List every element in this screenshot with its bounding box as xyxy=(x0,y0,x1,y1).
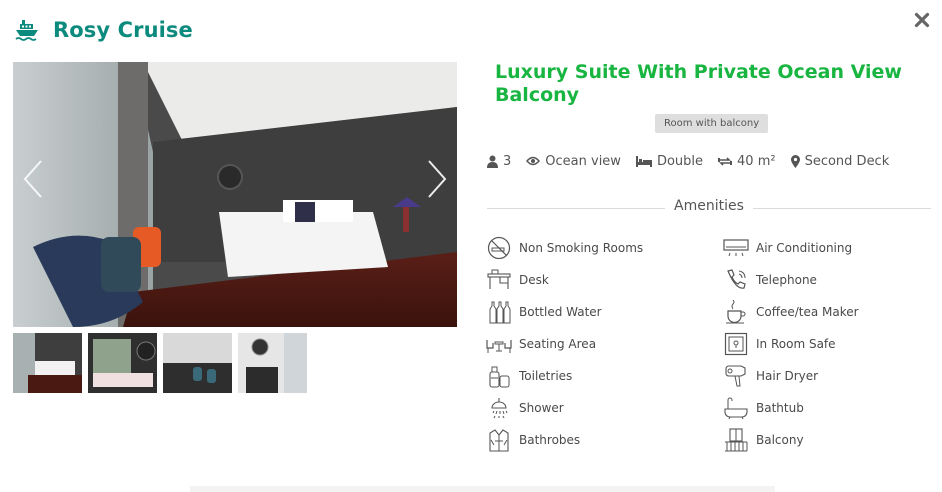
room-type-badge: Room with balcony xyxy=(655,114,769,133)
ship-icon xyxy=(15,20,38,41)
amenity-item: Shower xyxy=(486,392,723,424)
room-specs: 3 Ocean view Double 40 m² Second Deck xyxy=(487,152,904,170)
thumbnail[interactable] xyxy=(88,333,157,393)
amenity-item: Telephone xyxy=(723,264,933,296)
eye-icon xyxy=(526,156,541,166)
chevron-right-icon[interactable] xyxy=(423,157,451,201)
bed-icon xyxy=(635,155,652,167)
amenities-header: Amenities xyxy=(487,198,931,218)
thumbnail-strip xyxy=(13,333,307,393)
amenity-item: Bottled Water xyxy=(486,296,723,328)
toiletries-icon xyxy=(486,363,512,389)
chevron-left-icon[interactable] xyxy=(19,157,47,201)
room-photo-main xyxy=(13,62,457,327)
amenity-item: Bathrobes xyxy=(486,424,723,456)
user-icon xyxy=(487,155,498,168)
amenities-title: Amenities xyxy=(666,198,752,214)
hair-dryer-icon xyxy=(723,363,749,389)
safe-icon xyxy=(723,331,749,357)
amenity-item: Toiletries xyxy=(486,360,723,392)
thumbnail[interactable] xyxy=(238,333,307,393)
amenities-list: Non Smoking Rooms Air Conditioning Desk … xyxy=(486,232,936,456)
room-title: Luxury Suite With Private Ocean View Bal… xyxy=(495,61,902,106)
room-photo xyxy=(13,62,457,327)
amenity-item: Desk xyxy=(486,264,723,296)
modal-footer-shadow xyxy=(190,486,775,492)
amenity-item: Coffee/tea Maker xyxy=(723,296,933,328)
spec-view: Ocean view xyxy=(526,154,621,169)
spec-capacity: 3 xyxy=(487,154,511,169)
map-marker-icon xyxy=(790,154,800,168)
cruise-name: Rosy Cruise xyxy=(53,18,193,42)
spec-deck: Second Deck xyxy=(790,154,889,169)
bathrobe-icon xyxy=(486,427,512,453)
thumbnail[interactable] xyxy=(13,333,82,393)
desk-icon xyxy=(486,267,512,293)
area-icon xyxy=(718,156,733,166)
shower-icon xyxy=(486,395,512,421)
no-smoking-icon xyxy=(486,235,512,261)
amenity-item: Air Conditioning xyxy=(723,232,933,264)
coffee-maker-icon xyxy=(723,299,749,325)
telephone-icon xyxy=(723,267,749,293)
amenity-item: Hair Dryer xyxy=(723,360,933,392)
amenity-item: In Room Safe xyxy=(723,328,933,360)
amenity-item: Balcony xyxy=(723,424,933,456)
balcony-icon xyxy=(723,427,749,453)
bathtub-icon xyxy=(723,395,749,421)
spec-bed: Double xyxy=(635,154,703,169)
thumbnail[interactable] xyxy=(163,333,232,393)
bottled-water-icon xyxy=(486,299,512,325)
modal-header: Rosy Cruise xyxy=(14,14,193,46)
seating-area-icon xyxy=(486,331,512,357)
air-conditioner-icon xyxy=(723,235,749,261)
close-icon[interactable] xyxy=(914,12,930,28)
amenity-item: Non Smoking Rooms xyxy=(486,232,723,264)
amenity-item: Bathtub xyxy=(723,392,933,424)
spec-area: 40 m² xyxy=(718,154,776,169)
amenity-item: Seating Area xyxy=(486,328,723,360)
